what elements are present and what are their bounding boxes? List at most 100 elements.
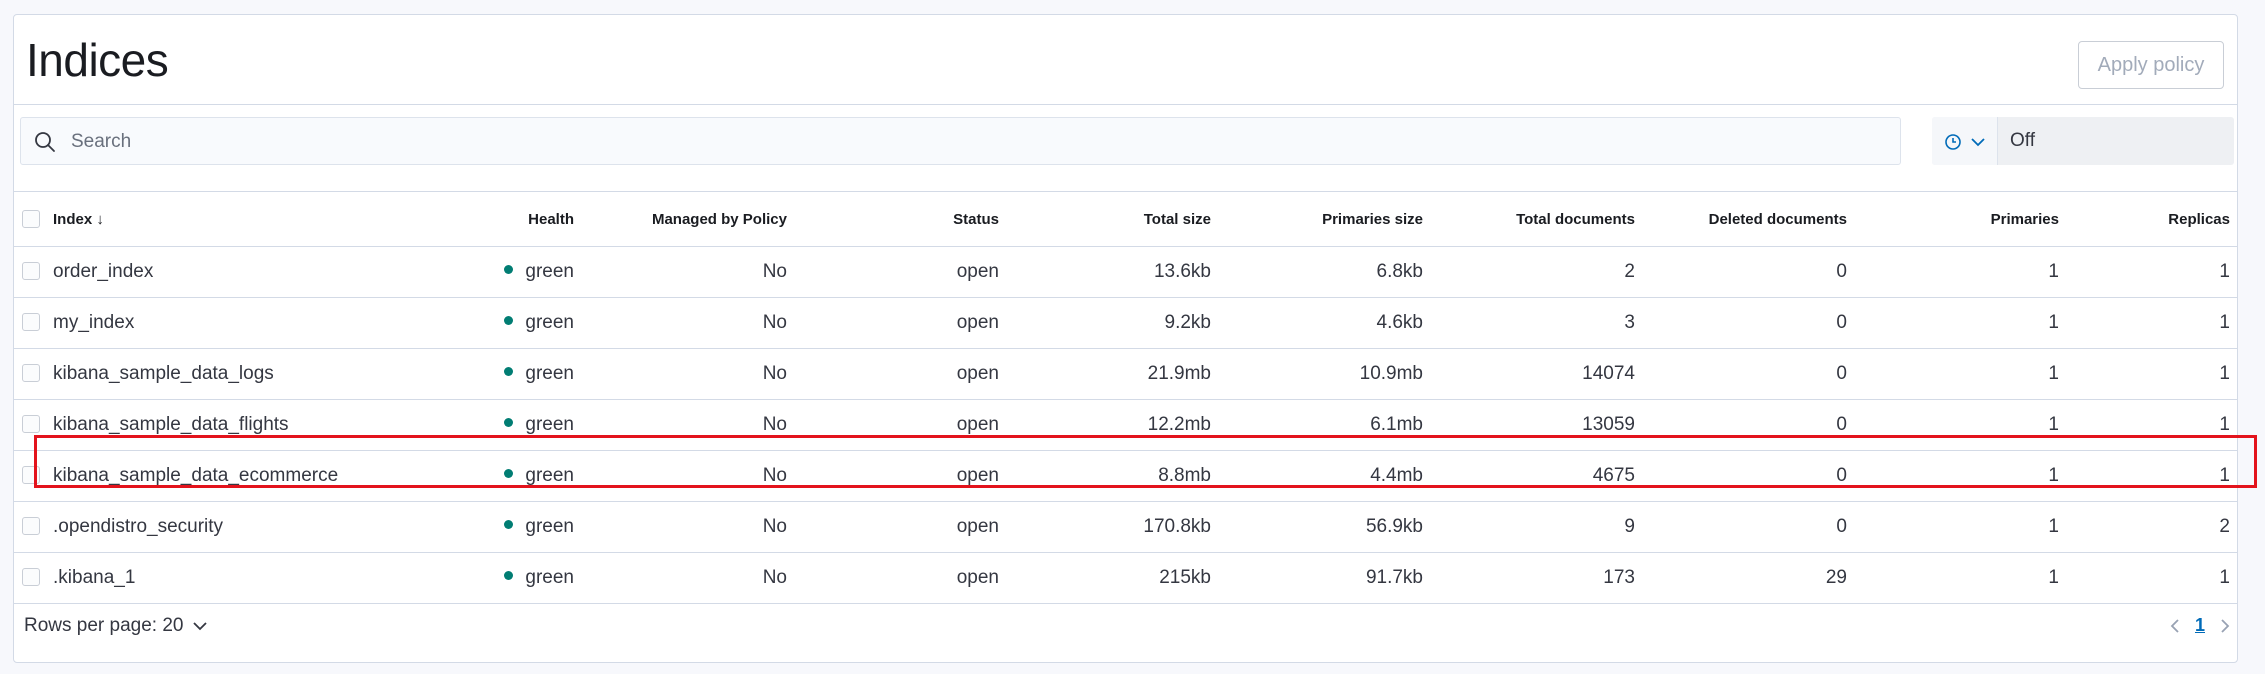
cell-primaries-size: 91.7kb: [1219, 552, 1431, 604]
cell-managed: No: [582, 246, 795, 298]
cell-status: open: [795, 348, 1007, 400]
table-row[interactable]: my_index green No open 9.2kb 4.6kb 3 0 1 1: [14, 297, 2238, 349]
page-title: Indices: [26, 34, 169, 86]
cell-status: open: [795, 552, 1007, 604]
cell-replicas: 1: [2067, 246, 2238, 298]
row-checkbox[interactable]: [22, 568, 40, 587]
apply-policy-button[interactable]: Apply policy: [2078, 41, 2224, 89]
chevron-down-icon: [1971, 138, 1985, 147]
cell-status: open: [795, 501, 1007, 553]
chevron-right-icon[interactable]: [2219, 618, 2231, 634]
row-checkbox[interactable]: [22, 517, 40, 536]
cell-total-size: 9.2kb: [1007, 297, 1219, 349]
row-checkbox[interactable]: [22, 364, 40, 383]
table-row[interactable]: kibana_sample_data_ecommerce green No open 8…: [14, 450, 2238, 502]
cell-primaries-size: 4.6kb: [1219, 297, 1431, 349]
cell-health: green: [346, 348, 582, 400]
cell-deleted-docs: 0: [1643, 450, 1855, 502]
page-number-button[interactable]: 1: [2195, 615, 2205, 636]
indices-panel: Indices Apply policy Off: [13, 14, 2238, 663]
cell-deleted-docs: 0: [1643, 297, 1855, 349]
health-status-dot-icon: [504, 519, 514, 529]
column-managed[interactable]: Managed by Policy: [582, 193, 795, 247]
refresh-value[interactable]: Off: [2010, 130, 2035, 152]
row-checkbox[interactable]: [22, 466, 40, 485]
column-index[interactable]: Index ↓: [45, 193, 346, 247]
cell-replicas: 1: [2067, 450, 2238, 502]
cell-replicas: 1: [2067, 399, 2238, 451]
cell-total-docs: 173: [1431, 552, 1643, 604]
search-input[interactable]: [69, 118, 1873, 166]
refresh-interval: Off: [1932, 117, 2234, 165]
table-footer: Rows per page: 20 1: [14, 605, 2237, 663]
refresh-toggle-button[interactable]: [1932, 117, 1998, 165]
cell-index: my_index: [45, 297, 346, 349]
search-icon: [35, 132, 55, 152]
cell-managed: No: [582, 348, 795, 400]
row-checkbox[interactable]: [22, 262, 40, 281]
cell-status: open: [795, 399, 1007, 451]
chevron-left-icon[interactable]: [2169, 618, 2181, 634]
row-checkbox[interactable]: [22, 415, 40, 434]
cell-health: green: [346, 297, 582, 349]
cell-primaries-size: 6.8kb: [1219, 246, 1431, 298]
cell-replicas: 1: [2067, 297, 2238, 349]
cell-index: .opendistro_security: [45, 501, 346, 553]
pagination: 1: [2169, 615, 2231, 636]
cell-health: green: [346, 501, 582, 553]
cell-total-size: 215kb: [1007, 552, 1219, 604]
select-all-checkbox[interactable]: [22, 210, 40, 229]
toolbar: Off: [14, 106, 2237, 192]
cell-primaries-size: 10.9mb: [1219, 348, 1431, 400]
health-status-dot-icon: [504, 468, 514, 478]
cell-total-docs: 9: [1431, 501, 1643, 553]
column-health[interactable]: Health: [346, 193, 582, 247]
column-primaries-size[interactable]: Primaries size: [1219, 193, 1431, 247]
cell-status: open: [795, 450, 1007, 502]
cell-health: green: [346, 450, 582, 502]
cell-primaries: 1: [1855, 348, 2067, 400]
column-replicas[interactable]: Replicas: [2067, 193, 2238, 247]
health-status-dot-icon: [504, 417, 514, 427]
cell-total-docs: 13059: [1431, 399, 1643, 451]
cell-primaries-size: 56.9kb: [1219, 501, 1431, 553]
cell-health: green: [346, 399, 582, 451]
column-primaries[interactable]: Primaries: [1855, 193, 2067, 247]
cell-total-size: 13.6kb: [1007, 246, 1219, 298]
table-header-row: Index ↓ Health Managed by Policy Status …: [14, 193, 2238, 247]
table-row[interactable]: .kibana_1 green No open 215kb 91.7kb 173 29 1 1: [14, 552, 2238, 604]
column-total-size[interactable]: Total size: [1007, 193, 1219, 247]
table-row[interactable]: order_index green No open 13.6kb 6.8kb 2 0 1 1: [14, 246, 2238, 298]
row-checkbox[interactable]: [22, 313, 40, 332]
health-status-dot-icon: [504, 570, 514, 580]
cell-index: .kibana_1: [45, 552, 346, 604]
health-status-dot-icon: [504, 315, 514, 325]
cell-deleted-docs: 0: [1643, 348, 1855, 400]
clock-icon: [1945, 134, 1961, 150]
cell-managed: No: [582, 552, 795, 604]
cell-total-size: 170.8kb: [1007, 501, 1219, 553]
cell-index: kibana_sample_data_ecommerce: [45, 450, 346, 502]
search-box[interactable]: [20, 117, 1901, 166]
table-row[interactable]: kibana_sample_data_logs green No open 21.9mb…: [14, 348, 2238, 400]
cell-primaries: 1: [1855, 501, 2067, 553]
chevron-down-icon: [192, 622, 207, 631]
column-status[interactable]: Status: [795, 193, 1007, 247]
cell-deleted-docs: 0: [1643, 399, 1855, 451]
cell-primaries: 1: [1855, 450, 2067, 502]
cell-replicas: 2: [2067, 501, 2238, 553]
table-row[interactable]: kibana_sample_data_flights green No open 12.…: [14, 399, 2238, 451]
rows-per-page-button[interactable]: Rows per page: 20: [24, 615, 208, 637]
cell-status: open: [795, 297, 1007, 349]
sort-arrow-down-icon: ↓: [96, 210, 104, 228]
cell-managed: No: [582, 399, 795, 451]
cell-primaries-size: 6.1mb: [1219, 399, 1431, 451]
cell-primaries: 1: [1855, 552, 2067, 604]
health-status-dot-icon: [504, 366, 514, 376]
cell-total-size: 12.2mb: [1007, 399, 1219, 451]
cell-health: green: [346, 246, 582, 298]
table-row[interactable]: .opendistro_security green No open 170.8kb 56…: [14, 501, 2238, 553]
cell-index: kibana_sample_data_logs: [45, 348, 346, 400]
column-deleted-documents[interactable]: Deleted documents: [1643, 193, 1855, 247]
column-total-documents[interactable]: Total documents: [1431, 193, 1643, 247]
